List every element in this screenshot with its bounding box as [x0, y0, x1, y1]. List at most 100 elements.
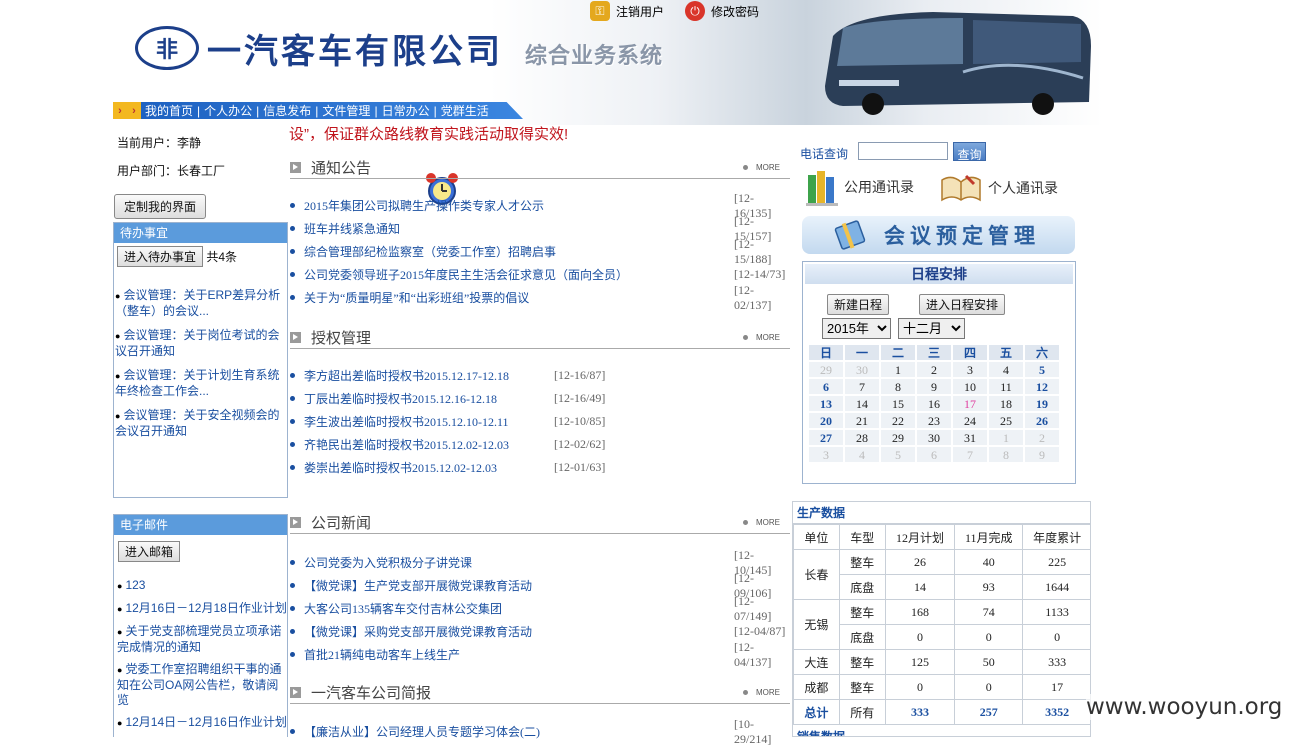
nav-info-publish[interactable]: 信息发布: [261, 102, 313, 119]
calendar-day[interactable]: 3: [952, 361, 988, 378]
notice-more-link[interactable]: MORE: [743, 163, 780, 172]
calendar-day[interactable]: 5: [880, 446, 916, 463]
calendar-day[interactable]: 11: [988, 378, 1024, 395]
calendar-weekdays: 日 一 二 三 四 五 六: [808, 344, 1070, 361]
new-schedule-button[interactable]: 新建日程: [827, 294, 890, 315]
auth-item[interactable]: 李生波出差临时授权书2015.12.10-12.11 [12-10/85]: [290, 410, 790, 433]
calendar-day[interactable]: 26: [1024, 412, 1060, 429]
phone-query-input[interactable]: [858, 142, 948, 160]
notice-item[interactable]: 公司党委领导班子2015年度民主生活会征求意见（面向全员） [12-14/73]: [290, 263, 790, 286]
nav-party-life[interactable]: 党群生活: [439, 102, 491, 119]
calendar-day[interactable]: 7: [952, 446, 988, 463]
calendar-day[interactable]: 14: [844, 395, 880, 412]
calendar-day[interactable]: 2: [1024, 429, 1060, 446]
calendar-day[interactable]: 4: [844, 446, 880, 463]
calendar-day[interactable]: 28: [844, 429, 880, 446]
calendar-day[interactable]: 8: [988, 446, 1024, 463]
calendar-day[interactable]: 9: [916, 378, 952, 395]
calendar-day[interactable]: 13: [808, 395, 844, 412]
personal-address-book[interactable]: 个人通讯录: [940, 172, 1058, 204]
news-header: 公司新闻 MORE: [290, 512, 790, 534]
scrolling-announcement[interactable]: 设”，保证群众路线教育实践活动取得实效!: [289, 123, 568, 144]
calendar-day[interactable]: 25: [988, 412, 1024, 429]
nav-file-management[interactable]: 文件管理: [320, 102, 372, 119]
calendar-day[interactable]: 29: [808, 361, 844, 378]
calendar-day[interactable]: 19: [1024, 395, 1060, 412]
calendar-day[interactable]: 29: [880, 429, 916, 446]
year-select[interactable]: 2015年: [822, 318, 891, 339]
calendar-day[interactable]: 12: [1024, 378, 1060, 395]
mail-item[interactable]: ● 关于党支部梳理党员立项承诺完成情况的通知: [117, 624, 287, 655]
mail-item[interactable]: ● 123: [117, 578, 287, 594]
calendar-day[interactable]: 6: [808, 378, 844, 395]
todo-item[interactable]: ● 会议管理：关于安全视频会的会议召开通知: [115, 408, 287, 439]
mail-item[interactable]: ● 12月14日－12月16日作业计划: [117, 715, 287, 731]
calendar-day[interactable]: 20: [808, 412, 844, 429]
query-button[interactable]: 查询: [953, 142, 986, 161]
calendar-day[interactable]: 5: [1024, 361, 1060, 378]
calendar-day[interactable]: 17: [952, 395, 988, 412]
logout-button[interactable]: ⚿ 注销用户: [590, 0, 664, 22]
calendar-day[interactable]: 30: [844, 361, 880, 378]
change-password-button[interactable]: ⏻ 修改密码: [685, 0, 759, 22]
news-item[interactable]: 公司党委为入党积极分子讲党课 [12-10/145]: [290, 548, 790, 577]
news-item[interactable]: 【微党课】生产党支部开展微党课教育活动 [12-09/106]: [290, 571, 790, 600]
customize-button[interactable]: 定制我的界面: [114, 194, 207, 219]
calendar-day[interactable]: 4: [988, 361, 1024, 378]
calendar-day[interactable]: 7: [844, 378, 880, 395]
public-address-book[interactable]: 公用通讯录: [806, 167, 914, 207]
calendar-day[interactable]: 10: [952, 378, 988, 395]
mail-item[interactable]: ● 12月16日－12月18日作业计划: [117, 601, 287, 617]
calendar-day[interactable]: 21: [844, 412, 880, 429]
month-select[interactable]: 十二月: [898, 318, 965, 339]
notice-item[interactable]: 关于为“质量明星”和“出彩班组”投票的倡议 [12-02/137]: [290, 283, 790, 312]
notice-header: 通知公告 MORE: [290, 157, 790, 179]
calendar-day[interactable]: 27: [808, 429, 844, 446]
news-more-link[interactable]: MORE: [743, 518, 780, 527]
auth-more-link[interactable]: MORE: [743, 333, 780, 342]
calendar-day[interactable]: 18: [988, 395, 1024, 412]
auth-item[interactable]: 李方超出差临时授权书2015.12.17-12.18 [12-16/87]: [290, 364, 790, 387]
auth-item[interactable]: 齐艳民出差临时授权书2015.12.02-12.03 [12-02/62]: [290, 433, 790, 456]
todo-item[interactable]: ● 会议管理：关于岗位考试的会议召开通知: [115, 328, 287, 359]
calendar-day[interactable]: 30: [916, 429, 952, 446]
calendar-day[interactable]: 1: [880, 361, 916, 378]
calendar-day[interactable]: 15: [880, 395, 916, 412]
table-row: 大连 整车 125 50 333: [793, 649, 1090, 675]
brief-more-link[interactable]: MORE: [743, 688, 780, 697]
calendar-day[interactable]: 2: [916, 361, 952, 378]
calendar-day[interactable]: 3: [808, 446, 844, 463]
meeting-booking-button[interactable]: 会议预定管理: [802, 216, 1075, 254]
enter-mailbox-button[interactable]: 进入邮箱: [118, 541, 181, 562]
news-item[interactable]: 大客公司135辆客车交付吉林公交集团 [12-07/149]: [290, 594, 790, 623]
mail-item[interactable]: ● 党委工作室招聘组织干事的通知在公司OA网公告栏，敬请阅览: [117, 662, 287, 708]
brief-item[interactable]: 【廉洁从业】公司经理人员专题学习体会(二) [10-29/214]: [290, 717, 790, 746]
calendar-day[interactable]: 9: [1024, 446, 1060, 463]
news-item[interactable]: 【微党课】采购党支部开展微党课教育活动 [12-04/87]: [290, 620, 790, 643]
nav-personal-office[interactable]: 个人办公: [202, 102, 254, 119]
auth-item[interactable]: 丁辰出差临时授权书2015.12.16-12.18 [12-16/49]: [290, 387, 790, 410]
mail-title: 电子邮件: [114, 515, 287, 535]
calendar-day[interactable]: 23: [916, 412, 952, 429]
arrow-icon: [290, 332, 301, 343]
calendar-day[interactable]: 16: [916, 395, 952, 412]
calendar-day[interactable]: 31: [952, 429, 988, 446]
nav-home[interactable]: 我的首页: [143, 102, 195, 119]
notice-item[interactable]: 综合管理部纪检监察室（党委工作室）招聘启事 [12-15/188]: [290, 237, 790, 266]
auth-item[interactable]: 娄崇出差临时授权书2015.12.02-12.03 [12-01/63]: [290, 456, 790, 479]
calendar-day[interactable]: 24: [952, 412, 988, 429]
notice-item[interactable]: 2015年集团公司拟聘生产操作类专家人才公示 [12-16/135]: [290, 191, 790, 220]
news-item[interactable]: 首批21辆纯电动客车上线生产 [12-04/137]: [290, 640, 790, 669]
production-data-panel: 生产数据 单位 车型 12月计划 11月完成 年度累计 长春 整车 26 40 225 …: [792, 501, 1091, 737]
calendar-day[interactable]: 22: [880, 412, 916, 429]
calendar-day[interactable]: 1: [988, 429, 1024, 446]
notice-item[interactable]: 班车并线紧急通知 [12-15/157]: [290, 214, 790, 243]
calendar-day[interactable]: 8: [880, 378, 916, 395]
todo-item[interactable]: ● 会议管理：关于计划生育系统年终检查工作会...: [115, 368, 287, 399]
calendar-day[interactable]: 6: [916, 446, 952, 463]
user-department: 用户部门：长春工厂: [117, 164, 226, 178]
nav-daily-office[interactable]: 日常办公: [380, 102, 432, 119]
enter-schedule-button[interactable]: 进入日程安排: [919, 294, 1006, 315]
todo-item[interactable]: ● 会议管理：关于ERP差异分析（整车）的会议...: [115, 288, 287, 319]
enter-todo-button[interactable]: 进入待办事宜: [117, 246, 204, 267]
